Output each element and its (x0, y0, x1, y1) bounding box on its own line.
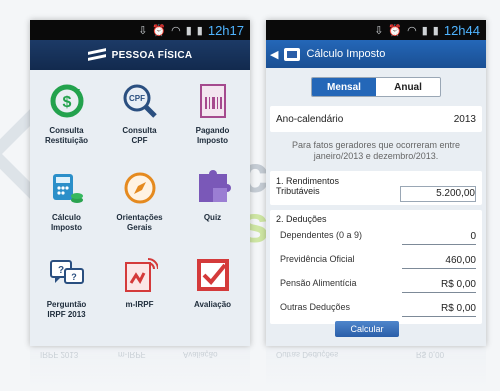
calculator-coins-icon (48, 169, 86, 207)
rendimentos-card: 1. Rendimentos Tributáveis 5.200,00 (270, 171, 482, 205)
svg-text:?: ? (71, 272, 77, 282)
receita-logo-icon (88, 48, 106, 62)
action-bar: ◀ Cálculo Imposto (266, 40, 486, 68)
tile-label-line1: Consulta (49, 126, 84, 135)
tile-label-line1: Consulta (122, 126, 157, 135)
tab-anual[interactable]: Anual (376, 78, 440, 96)
tile-label-line2: Gerais (127, 223, 152, 232)
deducao-row-pensao: Pensão Alimentícia R$ 0,00 (280, 278, 482, 294)
year-label: Ano-calendário (276, 113, 344, 125)
alarm-icon: ⏰ (152, 24, 167, 37)
year-value[interactable]: 2013 (454, 114, 476, 125)
left-reflection: IRPF 2013 m-IRPF Avaliação (30, 348, 250, 391)
screen-title: Cálculo Imposto (306, 48, 386, 60)
checkbox-icon (194, 256, 232, 294)
tile-label-line1: Avaliação (193, 300, 232, 309)
reflection-label: Outras Deduções (276, 350, 339, 359)
tile-label-line2: Imposto (50, 223, 83, 232)
note-line-1: Para fatos geradores que ocorreram entre (291, 140, 461, 150)
question-bubbles-icon: ?? (48, 256, 86, 294)
menu-tile-quiz[interactable]: Quiz (176, 163, 249, 250)
menu-tile-pagando-imposto[interactable]: Pagando Imposto (176, 76, 249, 163)
rendimentos-label-line2: Tributáveis (276, 186, 320, 196)
status-bar: ⇩ ⏰ ◠ ▮ ▮ 12h17 (30, 20, 250, 40)
cpf-search-icon: CPF (121, 82, 159, 120)
deducao-row-dependentes: Dependentes (0 a 9) 0 (280, 230, 482, 246)
compass-icon (121, 169, 159, 207)
app-header: PESSOA FÍSICA (30, 40, 250, 70)
signal-icon: ▮ (185, 24, 192, 37)
tab-mensal[interactable]: Mensal (312, 78, 376, 96)
dependentes-input[interactable]: 0 (402, 230, 476, 245)
rendimentos-label-line1: 1. Rendimentos (276, 176, 340, 186)
status-bar: ⇩ ⏰ ◠ ▮ ▮ 12h44 (266, 20, 486, 40)
period-note: Para fatos geradores que ocorreram entre… (272, 140, 480, 162)
signal-icon: ▮ (421, 24, 428, 37)
rendimentos-label: 1. Rendimentos Tributáveis (276, 176, 339, 196)
puzzle-icon (194, 169, 232, 207)
menu-grid: $ Consulta Restituição CPF Consulta CPF Pa… (30, 76, 250, 337)
m-irpf-icon (121, 256, 159, 294)
reflection-label: R$ 0,00 (416, 350, 445, 359)
tile-label-line1: Perguntão (46, 300, 87, 309)
tile-label-line1: Quiz (203, 213, 222, 222)
download-icon: ⇩ (138, 24, 148, 37)
tile-label-line2: IRPF 2013 (47, 310, 86, 319)
outras-deducoes-input[interactable]: R$ 0,00 (402, 302, 476, 317)
alarm-icon: ⏰ (388, 24, 403, 37)
svg-text:CPF: CPF (129, 94, 145, 103)
menu-tile-consulta-restituicao[interactable]: $ Consulta Restituição (30, 76, 103, 163)
tile-label-line1: m-IRPF (125, 300, 154, 309)
tile-label-line1: Pagando (195, 126, 230, 135)
svg-text:?: ? (57, 265, 63, 276)
deducoes-title: 2. Deduções (276, 214, 327, 224)
download-icon: ⇩ (374, 24, 384, 37)
status-time: 12h17 (207, 22, 244, 38)
battery-icon: ▮ (196, 24, 203, 37)
reflection-label: Avaliação (183, 350, 218, 359)
right-phone-screen: ⇩ ⏰ ◠ ▮ ▮ 12h44 ◀ Cálculo Imposto Mensal… (266, 20, 486, 346)
tile-label-line1: Cálculo (52, 213, 81, 222)
svg-text:$: $ (62, 94, 71, 111)
deducao-row-previdencia: Previdência Oficial 460,00 (280, 254, 482, 270)
battery-icon: ▮ (432, 24, 439, 37)
menu-tile-m-irpf[interactable]: m-IRPF (103, 250, 176, 337)
deducao-label: Outras Deduções (280, 302, 351, 312)
deducao-label: Pensão Alimentícia (280, 278, 357, 288)
calculate-button[interactable]: Calcular (335, 321, 399, 337)
note-line-2: janeiro/2013 e dezembro/2013. (313, 151, 439, 161)
deducao-row-outras: Outras Deduções R$ 0,00 (280, 302, 482, 318)
wifi-icon: ◠ (171, 24, 181, 37)
wifi-icon: ◠ (407, 24, 417, 37)
tile-label-line2: Restituição (44, 136, 89, 145)
tile-label-line2: CPF (131, 136, 148, 145)
tile-label-line1: Orientações (116, 213, 163, 222)
reflection-label: IRPF 2013 (40, 350, 79, 359)
rendimentos-input[interactable]: 5.200,00 (400, 186, 476, 202)
period-toggle: Mensal Anual (311, 77, 441, 97)
barcode-document-icon (194, 82, 232, 120)
menu-tile-calculo-imposto[interactable]: Cálculo Imposto (30, 163, 103, 250)
menu-tile-avaliacao[interactable]: Avaliação (176, 250, 249, 337)
app-logo-icon[interactable] (284, 47, 301, 61)
year-card: Ano-calendário 2013 (270, 106, 482, 132)
pensao-input[interactable]: R$ 0,00 (402, 278, 476, 293)
left-phone-screen: ⇩ ⏰ ◠ ▮ ▮ 12h17 PESSOA FÍSICA $ Consulta… (30, 20, 250, 346)
right-reflection: Outras Deduções R$ 0,00 (266, 348, 486, 391)
back-arrow-icon[interactable]: ◀ (270, 48, 278, 61)
app-title: PESSOA FÍSICA (111, 49, 193, 61)
menu-tile-consulta-cpf[interactable]: CPF Consulta CPF (103, 76, 176, 163)
reflection-label: m-IRPF (118, 350, 146, 359)
deducao-label: Dependentes (0 a 9) (280, 230, 363, 240)
previdencia-input[interactable]: 460,00 (402, 254, 476, 269)
tile-label-line2: Imposto (196, 136, 229, 145)
status-time: 12h44 (443, 22, 480, 38)
dollar-refresh-icon: $ (48, 82, 86, 120)
deducoes-card: 2. Deduções Dependentes (0 a 9) 0 Previd… (270, 210, 482, 324)
menu-tile-orientacoes-gerais[interactable]: Orientações Gerais (103, 163, 176, 250)
deducao-label: Previdência Oficial (280, 254, 355, 264)
menu-tile-perguntao-irpf[interactable]: ?? Perguntão IRPF 2013 (30, 250, 103, 337)
